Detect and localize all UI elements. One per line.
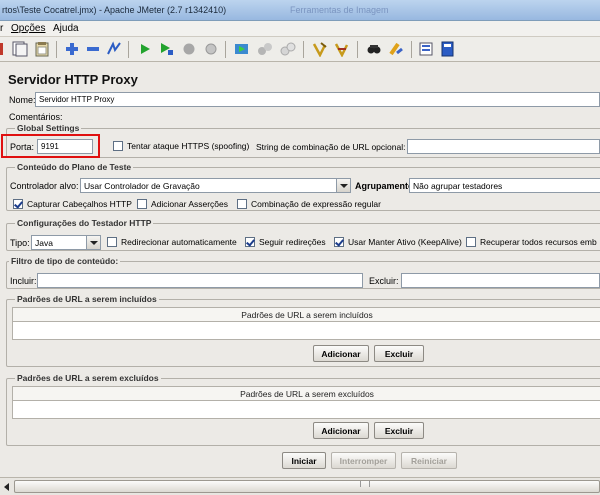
title-bar: rtos\Teste Cocatrel.jmx) - Apache JMeter… — [0, 0, 600, 21]
clear-all-icon[interactable] — [333, 40, 351, 58]
search-icon[interactable] — [365, 40, 383, 58]
start-icon[interactable] — [136, 40, 154, 58]
capture-headers-label: Capturar Cabeçalhos HTTP — [27, 199, 132, 209]
exclude-field[interactable] — [401, 273, 600, 288]
capture-headers-checkbox[interactable]: Capturar Cabeçalhos HTTP — [13, 199, 132, 209]
follow-redirects-checkbox[interactable]: Seguir redireções — [245, 237, 326, 247]
retrieve-resources-label: Recuperar todos recursos emb — [480, 237, 597, 247]
follow-redirects-label: Seguir redireções — [259, 237, 326, 247]
regex-match-label: Combinação de expressão regular — [251, 199, 381, 209]
help-icon[interactable] — [439, 40, 457, 58]
grouping-label: Agrupamento: — [355, 181, 417, 191]
toolbar — [0, 37, 600, 62]
https-spoofing-box[interactable] — [113, 141, 123, 151]
keepalive-label: Usar Manter Ativo (KeepAlive) — [348, 237, 462, 247]
name-label: Nome: — [9, 95, 36, 105]
redirect-auto-label: Redirecionar automaticamente — [121, 237, 237, 247]
sampler-settings-legend: Configurações do Testador HTTP — [15, 218, 154, 228]
comments-label: Comentários: — [9, 112, 63, 122]
https-spoofing-label: Tentar ataque HTTPS (spoofing) — [127, 141, 250, 151]
port-highlight-box — [1, 134, 100, 158]
remote-start-icon[interactable] — [233, 40, 251, 58]
include-field[interactable] — [37, 273, 363, 288]
add-assertions-box[interactable] — [137, 199, 147, 209]
new-icon[interactable] — [0, 40, 4, 58]
retrieve-resources-checkbox[interactable]: Recuperar todos recursos emb — [466, 237, 597, 247]
add-assertions-checkbox[interactable]: Adicionar Asserções — [137, 199, 228, 209]
included-patterns-legend: Padrões de URL a serem incluídos — [15, 294, 159, 304]
redirect-auto-checkbox[interactable]: Redirecionar automaticamente — [107, 237, 237, 247]
reset-search-icon[interactable] — [387, 40, 405, 58]
remote-shutdown-icon[interactable] — [279, 40, 297, 58]
scrollbar-thumb[interactable] — [14, 480, 600, 493]
global-settings-legend: Global Settings — [15, 123, 82, 133]
plan-content-legend: Conteúdo do Plano de Teste — [15, 162, 134, 172]
sampler-type-select[interactable]: Java — [31, 235, 101, 250]
menu-item-options[interactable]: Opções — [11, 23, 45, 34]
stop-button[interactable]: Interromper — [331, 452, 396, 469]
window-title: rtos\Teste Cocatrel.jmx) - Apache JMeter… — [2, 5, 227, 15]
clear-icon[interactable] — [311, 40, 329, 58]
name-field[interactable]: Servidor HTTP Proxy — [35, 92, 600, 107]
collapse-icon[interactable] — [84, 40, 102, 58]
toggle-icon[interactable] — [105, 40, 123, 58]
include-label: Incluir: — [10, 276, 37, 286]
page-title: Servidor HTTP Proxy — [8, 72, 138, 87]
function-helper-icon[interactable] — [417, 40, 435, 58]
horizontal-scrollbar[interactable] — [0, 477, 600, 495]
url-match-label: String de combinação de URL opcional: — [256, 142, 406, 152]
regex-match-box[interactable] — [237, 199, 247, 209]
add-assertions-label: Adicionar Asserções — [151, 199, 229, 209]
restart-button[interactable]: Reiniciar — [401, 452, 457, 469]
https-spoofing-checkbox[interactable]: Tentar ataque HTTPS (spoofing) — [113, 141, 249, 151]
ribbon-tab-ghost: Ferramentas de Imagem — [290, 5, 389, 15]
keepalive-checkbox[interactable]: Usar Manter Ativo (KeepAlive) — [334, 237, 462, 247]
excluded-patterns-table[interactable]: Padrões de URL a serem excluídos — [12, 386, 600, 419]
follow-redirects-box[interactable] — [245, 237, 255, 247]
templates-icon[interactable] — [11, 40, 29, 58]
regex-match-checkbox[interactable]: Combinação de expressão regular — [237, 199, 381, 209]
shutdown-icon[interactable] — [202, 40, 220, 58]
url-match-field[interactable] — [407, 139, 600, 154]
chevron-down-icon[interactable] — [86, 236, 100, 249]
proxy-panel: Servidor HTTP Proxy Nome: Servidor HTTP … — [0, 62, 600, 477]
grouping-value: Não agrupar testadores — [413, 181, 503, 191]
excluded-patterns-legend: Padrões de URL a serem excluídos — [15, 373, 161, 383]
sampler-type-value: Java — [35, 238, 53, 248]
redirect-auto-box[interactable] — [107, 237, 117, 247]
scroll-left-icon[interactable] — [2, 481, 12, 492]
chevron-down-icon[interactable] — [336, 179, 350, 192]
included-patterns-header: Padrões de URL a serem incluídos — [13, 308, 600, 322]
grouping-select[interactable]: Não agrupar testadores — [409, 178, 600, 193]
expand-icon[interactable] — [63, 40, 81, 58]
included-patterns-table[interactable]: Padrões de URL a serem incluídos — [12, 307, 600, 340]
open-icon[interactable] — [33, 40, 51, 58]
menu-item-help[interactable]: Ajuda — [53, 23, 79, 34]
content-filter-legend: Filtro de tipo de conteúdo: — [9, 256, 121, 266]
stop-icon[interactable] — [180, 40, 198, 58]
included-delete-button[interactable]: Excluir — [374, 345, 424, 362]
scrollbar-grip-icon — [360, 481, 370, 487]
excluded-delete-button[interactable]: Excluir — [374, 422, 424, 439]
included-add-button[interactable]: Adicionar — [313, 345, 369, 362]
start-no-pauses-icon[interactable] — [158, 40, 176, 58]
excluded-patterns-header: Padrões de URL a serem excluídos — [13, 387, 600, 401]
menu-bar: r Opções Ajuda — [0, 21, 600, 37]
type-label: Tipo: — [10, 238, 30, 248]
target-controller-label: Controlador alvo: — [10, 181, 79, 191]
exclude-label: Excluir: — [369, 276, 399, 286]
capture-headers-box[interactable] — [13, 199, 23, 209]
target-controller-select[interactable]: Usar Controlador de Gravação — [80, 178, 351, 193]
menu-item-run[interactable]: r — [0, 23, 3, 34]
keepalive-box[interactable] — [334, 237, 344, 247]
start-button[interactable]: Iniciar — [282, 452, 326, 469]
excluded-add-button[interactable]: Adicionar — [313, 422, 369, 439]
retrieve-resources-box[interactable] — [466, 237, 476, 247]
remote-stop-icon[interactable] — [256, 40, 274, 58]
target-controller-value: Usar Controlador de Gravação — [84, 181, 200, 191]
